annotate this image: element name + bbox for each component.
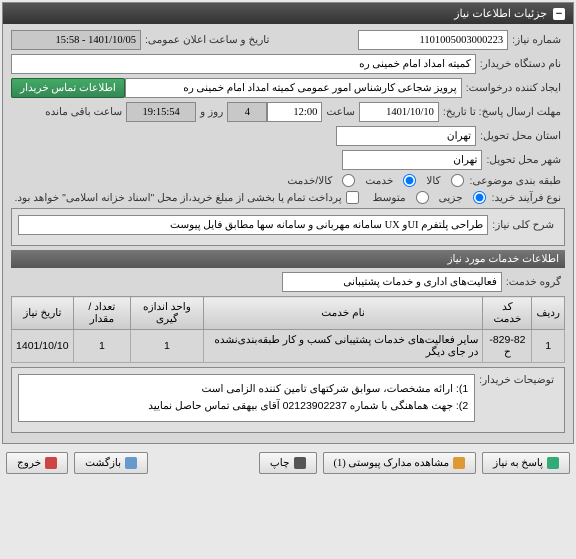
td-code: 829-82-ح [483,330,532,363]
radio-small[interactable] [473,191,486,204]
creator-field [125,78,462,98]
buyer-field [11,54,476,74]
td-qty: 1 [73,330,131,363]
docs-button[interactable]: مشاهده مدارک پیوستی (1) [323,452,477,474]
radio-goods-label: کالا [422,175,444,187]
th-code: کد خدمت [483,297,532,330]
province-field [336,126,476,146]
payment-note: پرداخت تمام یا بخشی از مبلغ خرید،از محل … [10,192,345,204]
td-unit: 1 [131,330,204,363]
remaining-label: ساعت باقی مانده [41,106,126,118]
buyer-label: نام دستگاه خریدار: [476,58,565,70]
deadline-date-field [359,102,439,122]
services-header: اطلاعات خدمات مورد نیاز [11,250,565,268]
countdown-field [126,102,196,122]
radio-medium-label: متوسط [369,192,410,204]
document-icon [453,457,465,469]
th-unit: واحد اندازه گیری [131,297,204,330]
table-row: 1 829-82-ح سایر فعالیت‌های خدمات پشتیبان… [12,330,565,363]
desc-label: شرح کلی نیاز: [488,219,558,231]
print-icon [294,457,306,469]
city-label: شهر محل تحویل: [482,154,565,166]
reply-button[interactable]: پاسخ به نیاز [482,452,570,474]
radio-both-label: کالا/خدمت [283,175,336,187]
niaz-no-label: شماره نیاز: [508,34,565,46]
radio-goods[interactable] [451,174,464,187]
collapse-icon[interactable]: − [553,8,565,20]
th-name: نام خدمت [203,297,483,330]
deadline-label: مهلت ارسال پاسخ: تا تاریخ: [439,106,565,118]
radio-both[interactable] [342,174,355,187]
desc-field [18,215,488,235]
info-panel: − جزئیات اطلاعات نیاز شماره نیاز: تاریخ … [2,2,574,444]
exit-button-label: خروج [17,457,41,469]
announce-field [11,30,141,50]
docs-button-label: مشاهده مدارک پیوستی (1) [334,457,450,469]
td-date: 1401/10/10 [12,330,74,363]
back-button[interactable]: بازگشت [74,452,148,474]
td-name: سایر فعالیت‌های خدمات پشتیبانی کسب و کار… [203,330,483,363]
notes-label: توضیحات خریدار: [475,374,558,386]
panel-header: − جزئیات اطلاعات نیاز [3,3,573,24]
td-row: 1 [532,330,565,363]
group-label: گروه خدمت: [502,276,565,288]
reply-button-label: پاسخ به نیاز [493,457,543,469]
days-label: روز و [196,106,227,118]
services-table: ردیف کد خدمت نام خدمت واحد اندازه گیری ت… [11,296,565,363]
creator-label: ایجاد کننده درخواست: [462,82,565,94]
notes-line1: 1): ارائه مشخصات، سوابق شرکتهای تامین کن… [25,381,468,398]
print-button[interactable]: چاپ [259,452,317,474]
group-field [282,272,502,292]
th-date: تاریخ نیاز [12,297,74,330]
exit-icon [45,457,57,469]
button-bar: پاسخ به نیاز مشاهده مدارک پیوستی (1) چاپ… [0,446,576,480]
process-label: نوع فرآیند خرید: [488,192,565,204]
contact-button[interactable]: اطلاعات تماس خریدار [11,78,125,98]
radio-service[interactable] [403,174,416,187]
back-button-label: بازگشت [85,457,121,469]
notes-box: 1): ارائه مشخصات، سوابق شرکتهای تامین کن… [18,374,475,422]
province-label: استان محل تحویل: [476,130,565,142]
notes-line2: 2): جهت هماهنگی با شماره 02123902237 آقا… [25,398,468,415]
radio-medium[interactable] [416,191,429,204]
radio-service-label: خدمت [361,175,397,187]
back-icon [125,457,137,469]
days-left-field [227,102,267,122]
reply-icon [547,457,559,469]
payment-checkbox[interactable] [346,191,359,204]
announce-label: تاریخ و ساعت اعلان عمومی: [141,34,273,46]
time-label-1: ساعت [322,106,359,118]
subject-class-label: طبقه بندی موضوعی: [466,175,565,187]
deadline-time-field [267,102,322,122]
print-button-label: چاپ [270,457,290,469]
panel-title: جزئیات اطلاعات نیاز [454,7,547,20]
th-qty: تعداد / مقدار [73,297,131,330]
city-field [342,150,482,170]
th-row: ردیف [532,297,565,330]
radio-small-label: جزیی [435,192,467,204]
exit-button[interactable]: خروج [6,452,68,474]
niaz-no-field [358,30,508,50]
